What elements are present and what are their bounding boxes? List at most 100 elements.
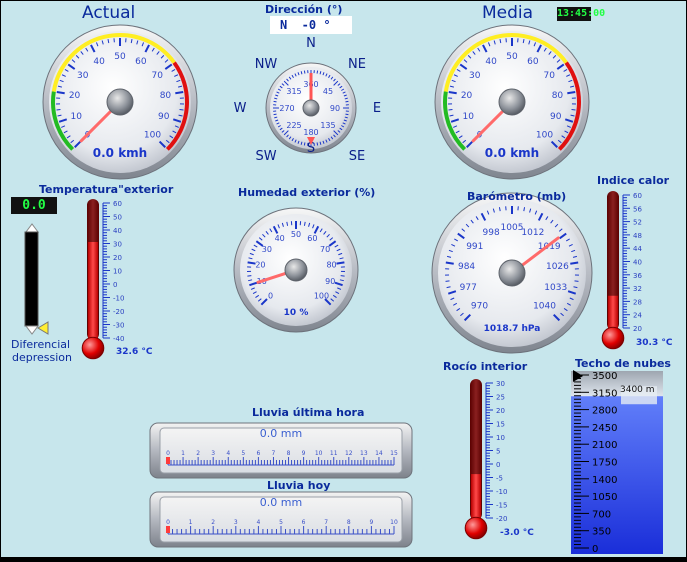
compass-hub <box>303 100 319 116</box>
rain-today-bar-tick-label: 9 <box>369 519 373 526</box>
wind-actual-gauge-tick-label: 70 <box>151 71 163 81</box>
dew-point-thermometer-bulb <box>465 517 487 539</box>
dew-point-thermometer-tick-label: 25 <box>496 394 505 402</box>
rain-hour-title: Lluvia última hora <box>252 406 364 419</box>
cloud-base-tick-label: 700 <box>592 509 611 520</box>
cloud-base-tick-label: 2100 <box>592 440 617 451</box>
wind-average-gauge-tick-label: 100 <box>536 131 553 141</box>
compass-tick <box>345 101 348 102</box>
humidity-gauge-tick <box>341 276 345 277</box>
barometer-gauge-value-text: 1018.7 hPa <box>484 324 541 334</box>
compass-cardinal-e: E <box>373 101 381 116</box>
barometer-gauge-tick-label: 1040 <box>533 302 556 312</box>
rain-today-bar-tick-label: 0 <box>166 519 170 526</box>
outdoor-temp-thermometer-tick-label: 40 <box>113 227 122 235</box>
dew-point-thermometer-tick-label: 0 <box>496 461 500 469</box>
dew-point-thermometer-tick-label: -10 <box>496 488 507 496</box>
wind-average-gauge-hub <box>499 89 525 115</box>
compass-tick-label: 45 <box>323 87 333 96</box>
rain-hour-bar-tick-label: 13 <box>360 450 368 457</box>
humidity-gauge-value-text: 10 % <box>284 308 309 318</box>
wind-average-gauge-tick-label: 30 <box>469 71 481 81</box>
outdoor-temp-thermometer-tick-label: 50 <box>113 214 122 222</box>
wind-actual-gauge-tick <box>180 110 184 111</box>
outdoor-temp-title: Temperatura"exterior <box>39 183 173 196</box>
compass-tick <box>304 142 305 145</box>
humidity-gauge-tick <box>248 262 256 263</box>
outdoor-temp-thermometer-tick-label: 0 <box>113 281 117 289</box>
dew-point-thermometer-tick-label: 10 <box>496 434 505 442</box>
clock-display: 13:45:00 <box>557 7 591 21</box>
compass-tick-label: 135 <box>320 121 335 130</box>
outdoor-temp-thermometer-tick-label: -20 <box>113 308 124 316</box>
compass-cardinal-nw: NW <box>255 57 278 72</box>
heat-index-thermometer-tick-label: 60 <box>633 192 642 200</box>
wind-average-gauge-tick-label: 20 <box>461 91 473 101</box>
compass-cardinal-w: W <box>234 101 247 116</box>
heat-index-title: Indice calor <box>597 174 669 187</box>
rain-hour-bar-tick-label: 7 <box>272 450 276 457</box>
outdoor-temp-thermometer-tick-label: 20 <box>113 254 122 262</box>
cloud-base-tick-label: 1400 <box>592 475 617 486</box>
compass-cardinal-se: SE <box>349 149 365 164</box>
wind-actual-gauge: 01020304050607080901000.0 kmh <box>43 25 197 179</box>
rain-hour-bar-tick-label: 2 <box>196 450 200 457</box>
heat-index-thermometer-bulb <box>602 327 624 349</box>
humidity-gauge-tick-label: 80 <box>326 260 336 269</box>
differential-label-2: depression <box>12 351 72 364</box>
humidity-gauge-tick-label: 20 <box>255 260 265 269</box>
heat-index-thermometer-fill <box>608 296 618 330</box>
compass-tick-label: 270 <box>279 104 294 113</box>
compass-tick <box>274 101 277 102</box>
outdoor-temp-thermometer-bulb <box>82 337 104 359</box>
barometer-gauge-tick-label: 998 <box>483 228 500 238</box>
cloud-base-title: Techo de nubes <box>575 357 671 370</box>
differential-label-1: Diferencial <box>11 338 70 351</box>
heat-index-thermometer-tick-label: 56 <box>633 205 642 213</box>
cloud-base-tick-label: 3150 <box>592 388 617 399</box>
outdoor-temp-thermometer-fill <box>88 242 98 340</box>
outdoor-temp-thermometer-tick-label: 10 <box>113 268 122 276</box>
outdoor-temp-thermometer-tick-label: -30 <box>113 322 124 330</box>
humidity-gauge-tick-label: 30 <box>262 245 272 254</box>
rain-hour-bar-tick-label: 10 <box>315 450 323 457</box>
barometer-title: Barómetro (mb) <box>467 190 566 203</box>
barometer-gauge-tick <box>446 281 450 282</box>
compass-tick-label: 180 <box>303 128 318 137</box>
rain-today-bar: 0.0 mm012345678910 <box>150 492 412 547</box>
wind-average-gauge-tick-label: 60 <box>527 57 539 67</box>
heat-index-thermometer-tick-label: 48 <box>633 232 642 240</box>
rain-hour-bar-fill <box>166 457 170 464</box>
dew-point-thermometer-fill <box>471 474 481 520</box>
rain-today-bar-tick-label: 2 <box>211 519 215 526</box>
barometer-gauge-tick-label: 1033 <box>544 283 567 293</box>
wind-actual-gauge-value-text: 0.0 kmh <box>93 146 147 160</box>
humidity-gauge: 010203040506070809010010 % <box>234 208 358 332</box>
barometer-gauge: 9709779849919981005101210191026103310401… <box>432 193 592 353</box>
wind-actual-gauge-tick-label: 90 <box>158 112 170 122</box>
wind-average-gauge-value-text: 0.0 kmh <box>485 146 539 160</box>
dew-point-title: Rocío interior <box>443 360 527 373</box>
cloud-base-tick-label: 350 <box>592 527 611 538</box>
rain-today-bar-fill <box>166 526 170 533</box>
heat-index-thermometer-tick-label: 24 <box>633 312 642 320</box>
wind-average-gauge-tick <box>449 92 457 93</box>
compass-tick-label: 315 <box>286 87 301 96</box>
heat-index-thermometer-tick-label: 20 <box>633 325 642 333</box>
heat-index-thermometer-tick-label: 28 <box>633 298 642 306</box>
barometer-gauge-hub <box>499 260 525 286</box>
compass-tick <box>345 114 348 115</box>
dew-point-thermometer-tick-label: -20 <box>496 515 507 523</box>
barometer-gauge-tick <box>570 263 578 264</box>
wind-average-gauge-tick <box>567 92 575 93</box>
rain-hour-bar-tick-label: 15 <box>390 450 398 457</box>
rain-today-bar-tick-label: 5 <box>279 519 283 526</box>
humidity-gauge-tick-label: 90 <box>325 277 335 286</box>
rain-today-bar-tick-label: 1 <box>189 519 193 526</box>
rain-hour-bar-tick-label: 14 <box>375 450 383 457</box>
wind-average-gauge-tick-label: 50 <box>506 52 518 62</box>
wind-average-gauge-tick-label: 80 <box>552 91 564 101</box>
wind-actual-gauge-tick-label: 20 <box>69 91 81 101</box>
wind-actual-gauge-tick-label: 10 <box>71 112 83 122</box>
humidity-gauge-tick-label: 100 <box>314 291 329 300</box>
